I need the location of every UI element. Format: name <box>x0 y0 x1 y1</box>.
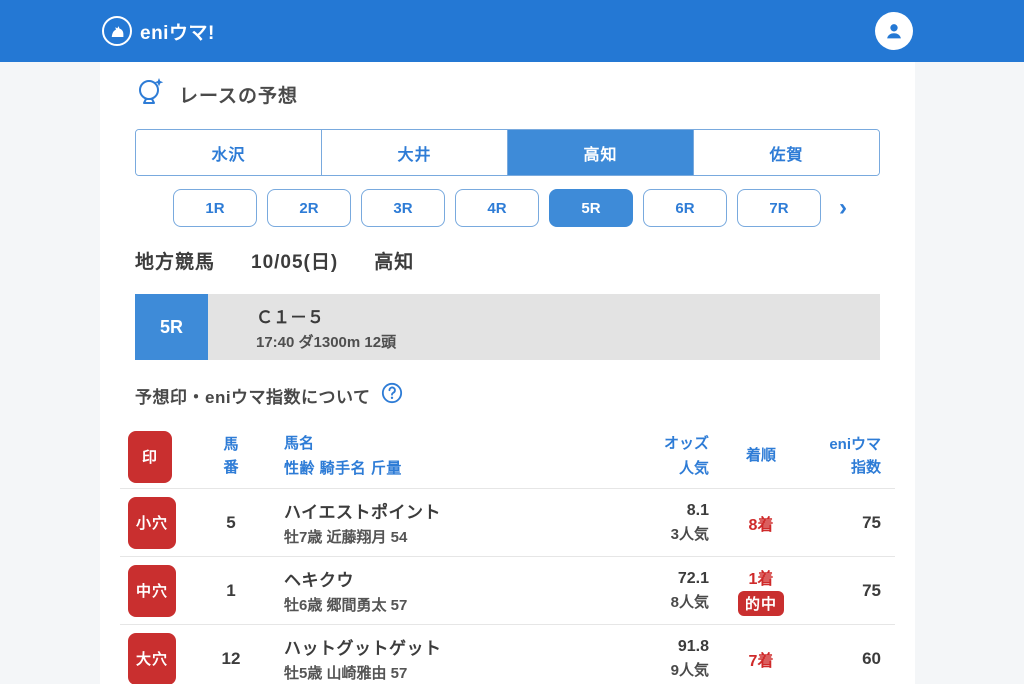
header-horse-number: 馬 番 <box>223 436 239 476</box>
horse-name: ハイエストポイント <box>284 503 441 522</box>
track-tab-高知[interactable]: 高知 <box>507 130 693 175</box>
race-tab-7R[interactable]: 7R <box>737 189 821 227</box>
header-odds: オッズ 人気 <box>663 434 709 478</box>
odds-value: 8.1 <box>686 501 709 519</box>
race-tab-row: 1R 2R 3R 4R 5R 6R 7R › <box>173 189 880 227</box>
header-mark: 印 <box>128 430 206 483</box>
app-header: eniウマ! <box>0 0 1024 62</box>
horse-name: ヘキクウ <box>284 571 354 590</box>
header-index: eniウマ 指数 <box>829 436 881 476</box>
race-tab-list: 1R 2R 3R 4R 5R 6R 7R <box>173 189 821 227</box>
prediction-mark-badge: 中穴 <box>128 564 176 617</box>
prediction-mark-badge: 小穴 <box>128 496 176 549</box>
horse-number: 5 <box>226 512 236 532</box>
horse-name: ハットグットゲット <box>284 639 442 658</box>
track-tab-bar: 水沢 大井 高知 佐賀 <box>135 129 880 176</box>
odds-value: 72.1 <box>677 569 709 587</box>
track-tab-大井[interactable]: 大井 <box>321 130 507 175</box>
next-races-chevron-icon[interactable]: › <box>839 196 847 220</box>
prediction-table: 印 馬 番 馬名 性齢 騎手名 斤量 オッズ 人気 着順 eniウマ 指数 小穴… <box>120 425 895 684</box>
table-row[interactable]: 小穴 5 ハイエストポイント 牡7歳 近藤翔月 54 8.1 3人気 8着 75 <box>120 489 895 557</box>
hit-badge: 的中 <box>737 591 784 616</box>
track-tab-佐賀[interactable]: 佐賀 <box>693 130 879 175</box>
race-tab-4R[interactable]: 4R <box>455 189 539 227</box>
race-tab-6R[interactable]: 6R <box>643 189 727 227</box>
eniuma-index: 75 <box>862 580 881 600</box>
horse-detail: 牡5歳 山崎雅由 57 <box>284 665 408 682</box>
horse-number: 1 <box>226 580 236 600</box>
prediction-mark-badge: 大穴 <box>128 632 176 684</box>
popularity: 3人気 <box>670 525 709 543</box>
header-horse-name: 馬名 性齢 騎手名 斤量 <box>284 434 402 478</box>
app-header-inner: eniウマ! <box>100 0 915 62</box>
table-row[interactable]: 大穴 12 ハットグットゲット 牡5歳 山崎雅由 57 91.8 9人気 7着 … <box>120 625 895 684</box>
horse-detail: 牡7歳 近藤翔月 54 <box>284 529 408 546</box>
eniuma-index: 60 <box>862 648 881 668</box>
race-category: 地方競馬 <box>135 252 216 273</box>
race-banner-number: 5R <box>135 294 208 360</box>
race-tab-1R[interactable]: 1R <box>173 189 257 227</box>
app-logo-text: eniウマ! <box>140 22 215 44</box>
finish-position: 8着 <box>748 516 774 534</box>
finish-position: 1着 <box>748 571 774 588</box>
main-card: レースの予想 水沢 大井 高知 佐賀 1R 2R 3R 4R 5R 6R 7R › 地方競馬 10… <box>100 62 915 684</box>
popularity: 8人気 <box>670 593 709 611</box>
race-meta-line: 地方競馬 10/05(日) 高知 <box>135 247 880 274</box>
horse-number: 12 <box>221 648 241 668</box>
finish-position: 7着 <box>748 652 774 670</box>
crystal-ball-icon <box>135 76 167 113</box>
user-avatar-icon[interactable] <box>875 12 913 50</box>
table-body: 小穴 5 ハイエストポイント 牡7歳 近藤翔月 54 8.1 3人気 8着 75… <box>120 489 895 684</box>
popularity: 9人気 <box>670 661 709 679</box>
race-banner-body: Ｃ１－５ 17:40 ダ1300m 12頭 <box>208 294 880 360</box>
odds-value: 91.8 <box>677 637 709 655</box>
track-tab-水沢[interactable]: 水沢 <box>136 130 321 175</box>
section-title: 予想印・eniウマ指数について <box>135 388 371 407</box>
race-class: Ｃ１－５ <box>256 307 324 327</box>
header-result: 着順 <box>745 447 776 465</box>
mark-header-badge: 印 <box>128 430 172 483</box>
horse-detail: 牡6歳 郷間勇太 57 <box>284 597 408 614</box>
race-tab-2R[interactable]: 2R <box>267 189 351 227</box>
race-date: 10/05(日) <box>251 252 339 273</box>
table-row[interactable]: 中穴 1 ヘキクウ 牡6歳 郷間勇太 57 72.1 8人気 1着 的中 75 <box>120 557 895 625</box>
race-tab-3R[interactable]: 3R <box>361 189 445 227</box>
page-title: レースの予想 <box>179 86 299 107</box>
table-header-row: 印 馬 番 馬名 性齢 騎手名 斤量 オッズ 人気 着順 eniウマ 指数 <box>120 425 895 489</box>
race-tab-5R[interactable]: 5R <box>549 189 633 227</box>
horse-head-icon <box>102 16 132 46</box>
race-info: 17:40 ダ1300m 12頭 <box>256 333 397 351</box>
app-logo[interactable]: eniウマ! <box>102 16 215 46</box>
eniuma-index: 75 <box>862 512 881 532</box>
page-title-row: レースの予想 <box>135 76 880 113</box>
race-track: 高知 <box>374 252 415 273</box>
section-title-row: 予想印・eniウマ指数について <box>135 382 880 409</box>
help-circle-icon[interactable] <box>381 382 403 409</box>
race-banner: 5R Ｃ１－５ 17:40 ダ1300m 12頭 <box>135 294 880 360</box>
